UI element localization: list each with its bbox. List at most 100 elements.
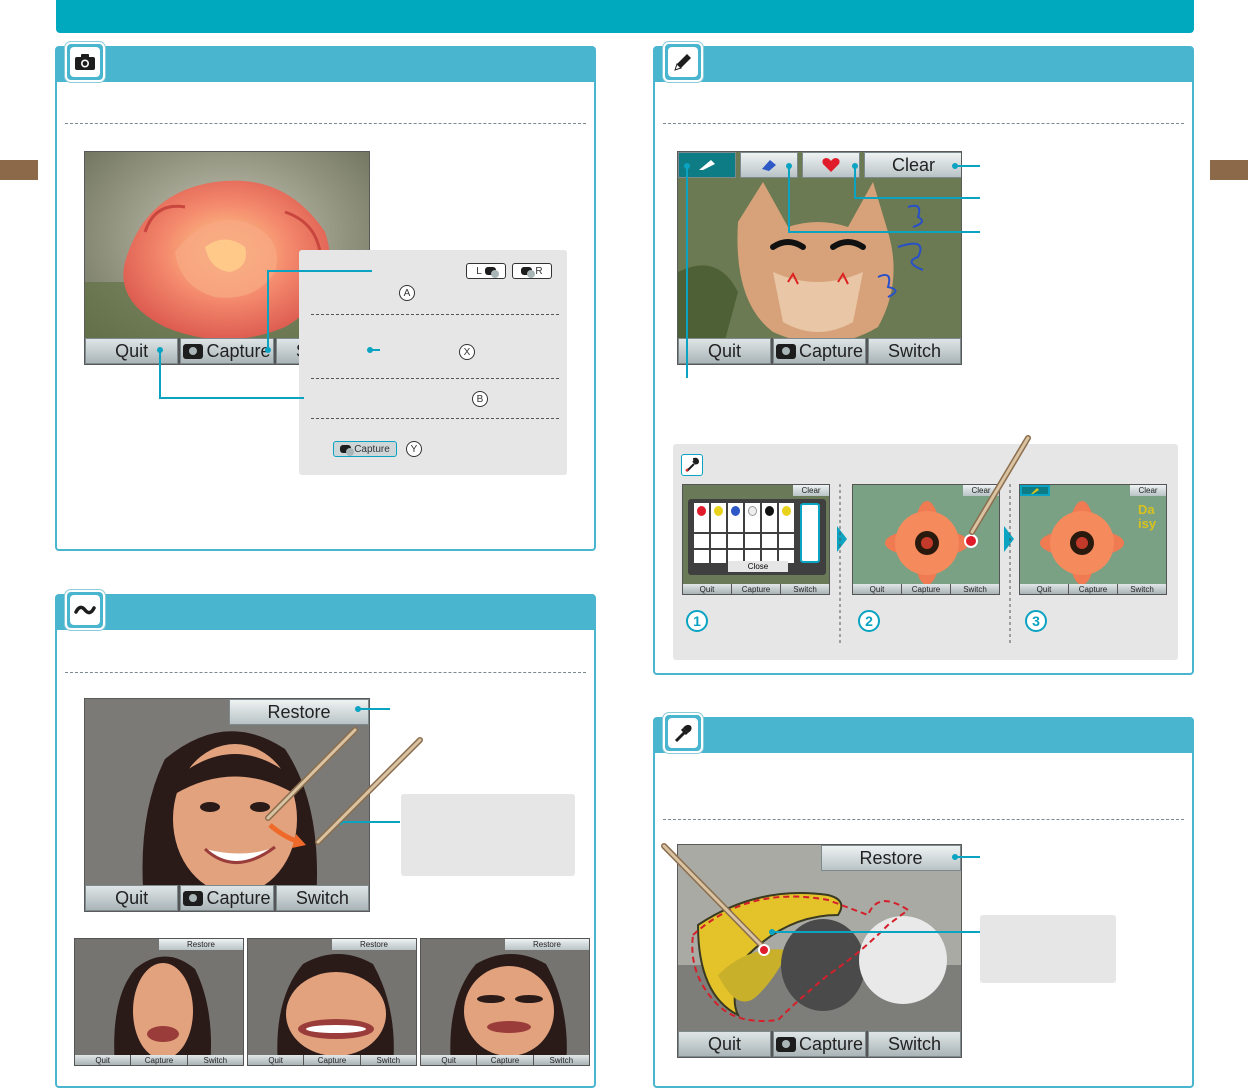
restore-button[interactable]: Restore xyxy=(229,699,369,725)
dropper-panel: Restore Quit Capture Switch xyxy=(653,713,1194,1088)
capture-button[interactable]: Capture xyxy=(773,1031,866,1057)
capture-button[interactable]: Capture xyxy=(180,885,274,911)
clear-button[interactable]: Clear xyxy=(793,485,829,496)
dropper-callout xyxy=(980,915,1116,983)
restore-button[interactable]: Restore xyxy=(505,939,589,950)
distort-example-3: Restore Quit Capture Switch xyxy=(420,938,590,1066)
close-label: Close xyxy=(747,562,769,571)
step-label: 3 xyxy=(1032,613,1040,629)
camera-panel: Quit Capture Switch L R A X B Capture Y xyxy=(55,42,596,551)
capture-button[interactable]: Capture xyxy=(180,338,274,364)
quit-button[interactable]: Quit xyxy=(85,338,179,364)
capture-label: Capture xyxy=(206,887,271,908)
restore-button[interactable]: Restore xyxy=(332,939,416,950)
quit-label: Quit xyxy=(248,1055,304,1065)
pen-icon xyxy=(699,160,715,170)
swatch-black[interactable] xyxy=(762,503,777,533)
capture-label: Capture xyxy=(798,1033,864,1054)
quit-button[interactable]: Quit xyxy=(85,885,179,911)
cat-photo xyxy=(678,152,961,364)
swatch-blue[interactable] xyxy=(728,503,743,533)
step-number-2: 2 xyxy=(858,610,880,632)
y-button-icon: Y xyxy=(406,441,422,457)
switch-label: Switch xyxy=(360,1055,416,1065)
quit-button[interactable]: Quit xyxy=(678,1031,771,1057)
pen-icon xyxy=(1031,487,1039,494)
distort-screen[interactable]: Restore Quit Capture Switch xyxy=(84,698,370,912)
stamp-tool-button[interactable] xyxy=(802,152,860,178)
swatch-white[interactable] xyxy=(745,503,760,533)
capture-button[interactable]: Capture xyxy=(773,338,866,364)
draw-screen[interactable]: Clear Quit Capture Switch xyxy=(677,151,962,365)
step-number-1: 1 xyxy=(686,610,708,632)
capture-label: Capture xyxy=(1069,584,1117,594)
eraser-icon xyxy=(762,160,776,171)
camera-icon xyxy=(775,1036,796,1052)
dropper-screen[interactable]: Restore Quit Capture Switch xyxy=(677,844,962,1058)
clear-button[interactable]: Clear xyxy=(963,485,999,496)
screen-button-bar: Quit Capture Switch xyxy=(678,1031,961,1057)
clear-button[interactable]: Clear xyxy=(864,152,961,178)
switch-button[interactable]: Switch xyxy=(868,1031,961,1057)
face-photo xyxy=(114,956,211,1065)
draw-panel: Clear Quit Capture Switch Close Clear Qu… xyxy=(653,42,1194,675)
camera-icon xyxy=(340,445,355,456)
side-tab-left xyxy=(0,160,38,180)
pen-tool-button[interactable] xyxy=(1020,485,1050,496)
swatch-yellow[interactable] xyxy=(711,503,726,533)
x-key-label: X xyxy=(463,346,471,358)
restore-button[interactable]: Restore xyxy=(821,845,961,871)
switch-label: Switch xyxy=(781,584,829,594)
divider xyxy=(663,819,1184,820)
distort-section-icon xyxy=(65,590,105,630)
swatch-yellow-2[interactable] xyxy=(779,503,794,533)
close-button[interactable]: Close xyxy=(728,561,788,572)
switch-button[interactable]: Switch xyxy=(275,885,369,911)
step-label: 1 xyxy=(693,613,701,629)
camera-icon xyxy=(484,267,499,278)
quit-label: Quit xyxy=(683,584,731,594)
quit-label: Quit xyxy=(421,1055,477,1065)
clear-label: Clear xyxy=(1138,486,1158,495)
mini-button-bar: Quit Capture Switch xyxy=(853,584,999,594)
fruit-photo xyxy=(678,845,961,1057)
mini-button-bar: Quit Capture Switch xyxy=(1020,584,1166,594)
step1-palette-screen: Close Clear Quit Capture Switch xyxy=(682,484,830,595)
step2-flower-screen: Clear Quit Capture Switch xyxy=(852,484,1000,595)
capture-label: Capture xyxy=(131,1055,187,1065)
capture-label: Capture xyxy=(732,584,780,594)
quit-label: Quit xyxy=(853,584,901,594)
quit-label: Quit xyxy=(707,340,741,361)
a-button-icon: A xyxy=(399,285,415,301)
dropper-section-icon xyxy=(663,713,703,753)
distort-callout xyxy=(401,794,575,876)
switch-label: Switch xyxy=(533,1055,589,1065)
mini-button-bar: Quit Capture Switch xyxy=(248,1055,416,1065)
capture-label: Capture xyxy=(206,340,271,361)
step-label: 2 xyxy=(865,613,873,629)
eyedropper-column[interactable] xyxy=(800,503,820,563)
clear-button[interactable]: Clear xyxy=(1130,485,1166,496)
controls-callout: L R A X B Capture Y xyxy=(299,250,567,475)
draw-section-icon xyxy=(663,42,703,82)
draw-panel-header xyxy=(655,48,1192,82)
eraser-tool-button[interactable] xyxy=(740,152,798,178)
divider xyxy=(65,672,586,673)
quit-button[interactable]: Quit xyxy=(678,338,771,364)
distort-panel: Restore Quit Capture Switch Restore Quit… xyxy=(55,590,596,1088)
distort-example-2: Restore Quit Capture Switch xyxy=(247,938,417,1066)
next-arrow-icon xyxy=(837,526,847,552)
pen-tool-button[interactable] xyxy=(678,152,736,178)
step-number-3: 3 xyxy=(1025,610,1047,632)
restore-button[interactable]: Restore xyxy=(159,939,243,950)
mini-button-bar: Quit Capture Switch xyxy=(421,1055,589,1065)
face-photo xyxy=(450,954,567,1065)
camera-panel-header xyxy=(57,48,594,82)
quit-label: Quit xyxy=(707,1033,741,1054)
mini-button-bar: Quit Capture Switch xyxy=(683,584,829,594)
mini-button-bar: Quit Capture Switch xyxy=(75,1055,243,1065)
heart-icon xyxy=(822,158,840,172)
swatch-red[interactable] xyxy=(694,503,709,533)
daisy-drawing: Daisy xyxy=(1138,502,1157,531)
switch-button[interactable]: Switch xyxy=(868,338,961,364)
